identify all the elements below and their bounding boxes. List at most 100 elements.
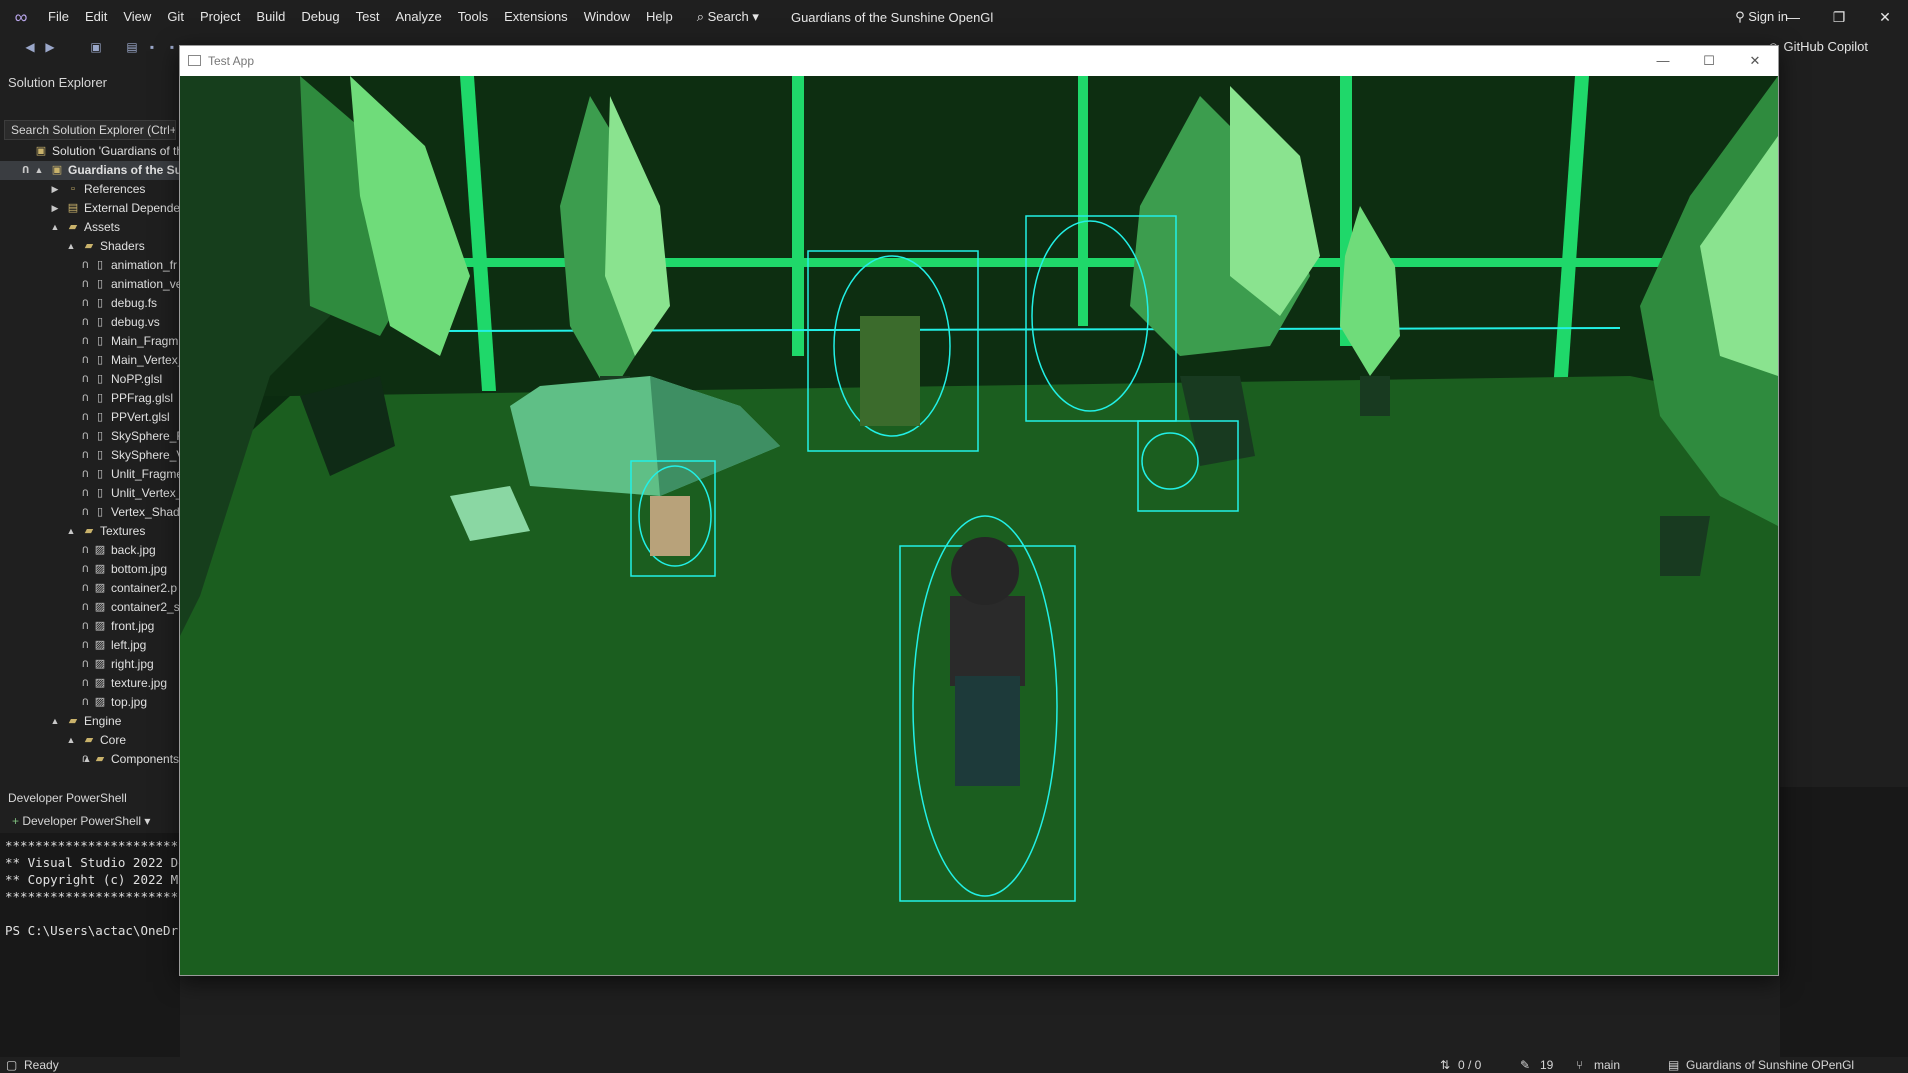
solution-explorer-toolbar: [0, 96, 180, 118]
open-folder-icon[interactable]: ▤: [124, 39, 140, 55]
tree-item[interactable]: ᑎ ▨ container2_s: [0, 598, 180, 617]
tree-item[interactable]: ▣ Solution 'Guardians of the: [0, 142, 180, 161]
tree-item[interactable]: ᑎ ▯ animation_ve: [0, 275, 180, 294]
restore-button[interactable]: ❐: [1816, 0, 1862, 34]
menu-window[interactable]: Window: [576, 0, 638, 34]
tree-item[interactable]: ᑎ ▨ texture.jpg: [0, 674, 180, 693]
tree-item[interactable]: ᑎ ▯ Unlit_Fragme: [0, 465, 180, 484]
menu-project[interactable]: Project: [192, 0, 248, 34]
tree-item[interactable]: ᑎ ▯ debug.vs: [0, 313, 180, 332]
close-button[interactable]: ✕: [1862, 0, 1908, 34]
tree-item[interactable]: ▲ ▰ Core: [0, 731, 180, 750]
app-close-button[interactable]: ✕: [1732, 46, 1778, 76]
menu-analyze[interactable]: Analyze: [387, 0, 449, 34]
collapse-arrow-icon[interactable]: ▲: [66, 522, 76, 541]
solution-search-input[interactable]: Search Solution Explorer (Ctrl+;): [4, 120, 176, 140]
tree-item[interactable]: ᑎ ▯ Vertex_Shade: [0, 503, 180, 522]
tree-item[interactable]: ᑎ ▯ PPVert.glsl: [0, 408, 180, 427]
opengl-viewport[interactable]: [180, 76, 1778, 975]
menu-tools[interactable]: Tools: [450, 0, 496, 34]
tree-item[interactable]: ᑎ ▯ NoPP.glsl: [0, 370, 180, 389]
git-sync-icon[interactable]: ⇅: [1440, 1057, 1450, 1073]
lock-icon: ᑎ: [82, 298, 89, 308]
app-titlebar[interactable]: Test App — ☐ ✕: [180, 46, 1778, 76]
save-icon[interactable]: ▪: [144, 39, 160, 55]
save-all-icon[interactable]: ▪: [164, 39, 180, 55]
tree-item[interactable]: ᑎ ▨ back.jpg: [0, 541, 180, 560]
menu-view[interactable]: View: [115, 0, 159, 34]
git-sync-count[interactable]: 0 / 0: [1458, 1057, 1481, 1073]
collapse-arrow-icon[interactable]: ▲: [50, 218, 60, 237]
test-app-window[interactable]: Test App — ☐ ✕: [179, 45, 1779, 976]
tree-item[interactable]: ᑎ ▯ PPFrag.glsl: [0, 389, 180, 408]
tree-item[interactable]: ᑎ ▨ top.jpg: [0, 693, 180, 712]
app-minimize-button[interactable]: —: [1640, 46, 1686, 76]
chevron-down-icon: ▾: [752, 9, 759, 24]
collapse-arrow-icon[interactable]: ▲: [66, 731, 76, 750]
expand-arrow-icon[interactable]: ▶: [50, 199, 60, 218]
image-icon: ▨: [94, 563, 106, 575]
changes-count[interactable]: 19: [1540, 1057, 1553, 1073]
collapse-arrow-icon[interactable]: ▲: [66, 237, 76, 256]
menu-list: File Edit View Git Project Build Debug Test Anal…: [40, 0, 681, 34]
tree-item[interactable]: ᑎ ▨ bottom.jpg: [0, 560, 180, 579]
collapse-arrow-icon[interactable]: ▲: [82, 750, 92, 769]
folder-icon: ▰: [84, 240, 94, 252]
new-project-icon[interactable]: ▣: [88, 39, 104, 55]
branch-name[interactable]: main: [1594, 1057, 1620, 1073]
tree-item[interactable]: ᑎ ▯ Main_Fragm: [0, 332, 180, 351]
powershell-output[interactable]: ********************************** ** Vis…: [0, 833, 261, 943]
app-maximize-button[interactable]: ☐: [1686, 46, 1732, 76]
tree-item[interactable]: ▲ ▰ Engine: [0, 712, 180, 731]
tree-item[interactable]: ᑎ ▯ debug.fs: [0, 294, 180, 313]
tree-item[interactable]: ᑎ ▨ left.jpg: [0, 636, 180, 655]
tree-item-label: PPFrag.glsl: [111, 391, 174, 405]
repo-name[interactable]: Guardians of Sunshine OPenGl: [1686, 1057, 1854, 1073]
tree-item[interactable]: ▲ ▰ Shaders: [0, 237, 180, 256]
folder-icon: ▰: [84, 525, 94, 537]
tree-item[interactable]: ᑎ ▲ ▣ Guardians of the Suns: [0, 161, 180, 180]
menu-file[interactable]: File: [40, 0, 77, 34]
tree-item[interactable]: ▶ ▤ External Dependenc: [0, 199, 180, 218]
search-box[interactable]: ⌕ Search ▾: [689, 5, 767, 29]
tree-item-label: Vertex_Shade: [111, 505, 180, 519]
tree-item[interactable]: ᑎ ▯ SkySphere_Fr: [0, 427, 180, 446]
tree-item[interactable]: ▶ ▫ References: [0, 180, 180, 199]
tree-item[interactable]: ᑎ ▯ Unlit_Vertex_: [0, 484, 180, 503]
menu-edit[interactable]: Edit: [77, 0, 115, 34]
forward-icon[interactable]: ▶: [42, 39, 58, 55]
file-icon: ▯: [96, 297, 104, 309]
menu-extensions[interactable]: Extensions: [496, 0, 576, 34]
back-icon[interactable]: ◀: [22, 39, 38, 55]
file-icon: ▯: [96, 354, 104, 366]
tree-item-label: front.jpg: [111, 619, 155, 633]
menu-test[interactable]: Test: [348, 0, 388, 34]
github-copilot-button[interactable]: ☺ GitHub Copilot: [1767, 34, 1868, 60]
menu-git[interactable]: Git: [159, 0, 192, 34]
lock-icon: ᑎ: [82, 545, 89, 555]
menu-help[interactable]: Help: [638, 0, 681, 34]
visual-studio-logo-icon[interactable]: ∞: [10, 6, 32, 28]
minimize-button[interactable]: —: [1770, 0, 1816, 34]
powershell-tab[interactable]: + Developer PowerShell ▾: [0, 809, 180, 833]
expand-arrow-icon[interactable]: ▶: [50, 180, 60, 199]
tree-item[interactable]: ▲ ▰ Assets: [0, 218, 180, 237]
menu-debug[interactable]: Debug: [293, 0, 347, 34]
collapse-arrow-icon[interactable]: ▲: [50, 712, 60, 731]
solution-title: Guardians of the Sunshine OpenGl: [790, 9, 994, 25]
image-icon: ▨: [94, 582, 106, 594]
tree-item-label: debug.vs: [111, 315, 160, 329]
tree-item[interactable]: ᑎ ▯ SkySphere_Ve: [0, 446, 180, 465]
tree-item[interactable]: ᑎ ▯ Main_Vertex_: [0, 351, 180, 370]
tree-item-label: back.jpg: [111, 543, 156, 557]
tree-item[interactable]: ᑎ ▲ ▰ Components: [0, 750, 180, 769]
menu-build[interactable]: Build: [248, 0, 293, 34]
tree-item[interactable]: ᑎ ▨ container2.p: [0, 579, 180, 598]
tree-item[interactable]: ▲ ▰ Textures: [0, 522, 180, 541]
output-area: [1780, 787, 1908, 1057]
tree-item[interactable]: ᑎ ▨ right.jpg: [0, 655, 180, 674]
tree-item[interactable]: ᑎ ▯ animation_fr: [0, 256, 180, 275]
collapse-arrow-icon[interactable]: ▲: [34, 161, 44, 180]
file-icon: ▯: [96, 411, 104, 423]
tree-item[interactable]: ᑎ ▨ front.jpg: [0, 617, 180, 636]
